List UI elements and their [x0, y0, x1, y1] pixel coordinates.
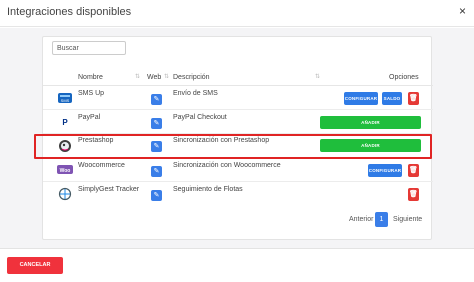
integration-name: PayPal: [78, 114, 101, 121]
prestashop-logo-icon: [59, 140, 71, 152]
trash-icon[interactable]: 🗑: [408, 92, 419, 105]
sort-icon[interactable]: ⇅: [164, 73, 169, 80]
edit-icon[interactable]: ✎: [151, 166, 162, 177]
trash-icon[interactable]: 🗑: [408, 188, 419, 201]
edit-icon[interactable]: ✎: [151, 190, 162, 201]
integration-description: Seguimiento de Flotas: [173, 186, 243, 193]
integrations-modal: Integraciones disponibles × Nombre ⇅ Web…: [0, 0, 474, 282]
table-row: P PayPal ✎ PayPal Checkout AÑADIR: [43, 111, 433, 134]
configure-button[interactable]: CONFIGURAR: [368, 164, 402, 177]
table-row-highlighted: Prestashop ✎ Sincronización con Prestash…: [34, 134, 432, 159]
sort-icon[interactable]: ⇅: [315, 73, 320, 80]
pagination-next[interactable]: Siguiente: [393, 216, 422, 223]
svg-text:SMS: SMS: [61, 98, 70, 103]
woocommerce-logo-icon: Woo: [57, 165, 73, 174]
sms-up-logo-icon: SMS: [58, 93, 72, 103]
pagination-previous[interactable]: Anterior: [349, 216, 374, 223]
cancel-button[interactable]: CANCELAR: [7, 257, 63, 274]
svg-text:Woo: Woo: [60, 168, 71, 174]
sort-icon[interactable]: ⇅: [135, 73, 140, 80]
modal-header: Integraciones disponibles ×: [0, 0, 474, 27]
integration-description: Envío de SMS: [173, 90, 218, 97]
integration-name: SMS Up: [78, 90, 105, 97]
svg-text:P: P: [62, 118, 68, 127]
modal-body: Nombre ⇅ Web ⇅ Descripción ⇅ Opciones SM…: [0, 28, 474, 248]
integration-description: PayPal Checkout: [173, 114, 227, 121]
column-header-description[interactable]: Descripción: [173, 74, 210, 81]
integration-description: Sincronización con Woocommerce: [173, 162, 281, 169]
integrations-card: Nombre ⇅ Web ⇅ Descripción ⇅ Opciones SM…: [34, 36, 433, 240]
simplygest-tracker-logo-icon: [58, 187, 72, 201]
close-icon[interactable]: ×: [459, 4, 466, 18]
column-header-name[interactable]: Nombre: [78, 74, 103, 81]
integration-name: SimplyGest Tracker: [78, 186, 140, 193]
table-row: SMS SMS Up ✎ Envío de SMS CONFIGURAR SAL…: [43, 87, 433, 110]
search-input[interactable]: [52, 41, 126, 55]
table-row: Woo Woocommerce ✎ Sincronización con Woo…: [43, 159, 433, 182]
table-header: Nombre ⇅ Web ⇅ Descripción ⇅ Opciones: [43, 69, 433, 86]
paypal-logo-icon: P: [62, 118, 68, 127]
table-row: SimplyGest Tracker ✎ Seguimiento de Flot…: [43, 183, 433, 206]
modal-title: Integraciones disponibles: [7, 6, 132, 18]
add-button[interactable]: AÑADIR: [320, 116, 421, 129]
integration-name: Prestashop: [78, 137, 114, 144]
edit-icon[interactable]: ✎: [151, 94, 162, 105]
integration-name: Woocommerce: [78, 162, 125, 169]
modal-footer: CANCELAR: [0, 248, 474, 282]
column-header-web[interactable]: Web: [147, 74, 161, 81]
balance-button[interactable]: SALDO: [382, 92, 402, 105]
column-header-options: Opciones: [389, 74, 419, 81]
edit-icon[interactable]: ✎: [151, 118, 162, 129]
configure-button[interactable]: CONFIGURAR: [344, 92, 378, 105]
integration-description: Sincronización con Prestashop: [173, 137, 270, 144]
add-button[interactable]: AÑADIR: [320, 139, 421, 152]
edit-icon[interactable]: ✎: [151, 141, 162, 152]
pagination-page-1[interactable]: 1: [375, 212, 388, 227]
trash-icon[interactable]: 🗑: [408, 164, 419, 177]
